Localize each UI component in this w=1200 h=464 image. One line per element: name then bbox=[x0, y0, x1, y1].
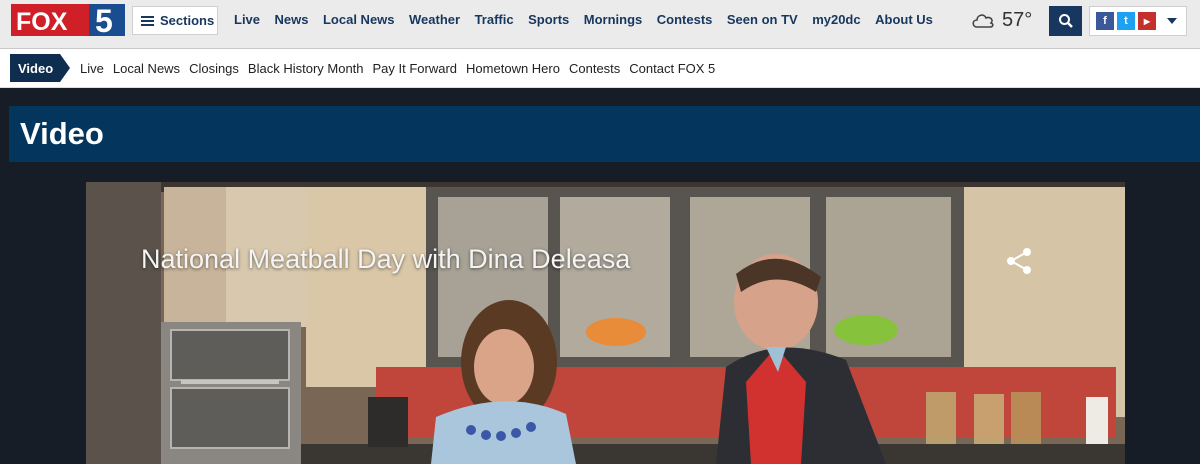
weather-widget[interactable]: 57° bbox=[970, 7, 1040, 33]
twitter-icon[interactable]: t bbox=[1117, 12, 1135, 30]
nav-live[interactable]: Live bbox=[234, 12, 260, 30]
nav-news[interactable]: News bbox=[275, 12, 309, 30]
section-subnav: Video Live Local News Closings Black His… bbox=[0, 49, 1200, 88]
nav-weather[interactable]: Weather bbox=[409, 12, 460, 30]
page-title-band: Video bbox=[9, 106, 1200, 162]
subnav-black-history-month[interactable]: Black History Month bbox=[248, 61, 364, 76]
main-nav: Live News Local News Weather Traffic Spo… bbox=[234, 12, 947, 30]
social-links: f t ▶ bbox=[1089, 6, 1187, 36]
subnav-hometown-hero[interactable]: Hometown Hero bbox=[466, 61, 560, 76]
subnav-links: Live Local News Closings Black History M… bbox=[80, 61, 724, 76]
nav-sports[interactable]: Sports bbox=[528, 12, 569, 30]
subnav-contests[interactable]: Contests bbox=[569, 61, 620, 76]
subnav-local-news[interactable]: Local News bbox=[113, 61, 180, 76]
svg-text:5: 5 bbox=[95, 4, 113, 36]
video-title: National Meatball Day with Dina Deleasa bbox=[141, 244, 631, 274]
video-frame bbox=[86, 182, 1125, 464]
video-player[interactable]: National Meatball Day with Dina Deleasa bbox=[86, 182, 1125, 464]
subnav-contact[interactable]: Contact FOX 5 bbox=[629, 61, 715, 76]
weather-temp: 57° bbox=[1002, 8, 1033, 31]
site-header: FOX 5 Sections Live News Local News Weat… bbox=[0, 0, 1200, 49]
nav-seen-on-tv[interactable]: Seen on TV bbox=[727, 12, 798, 30]
facebook-icon[interactable]: f bbox=[1096, 12, 1114, 30]
subnav-pay-it-forward[interactable]: Pay It Forward bbox=[373, 61, 458, 76]
hamburger-icon bbox=[141, 15, 154, 26]
nav-contests[interactable]: Contests bbox=[657, 12, 713, 30]
nav-local-news[interactable]: Local News bbox=[323, 12, 395, 30]
active-section-tag[interactable]: Video bbox=[10, 54, 70, 82]
subnav-live[interactable]: Live bbox=[80, 61, 104, 76]
svg-text:FOX: FOX bbox=[16, 8, 68, 36]
subnav-closings[interactable]: Closings bbox=[189, 61, 239, 76]
nav-my20dc[interactable]: my20dc bbox=[812, 12, 860, 30]
fox5-logo[interactable]: FOX 5 bbox=[11, 4, 125, 36]
share-icon[interactable] bbox=[1004, 246, 1034, 276]
nav-about-us[interactable]: About Us bbox=[875, 12, 933, 30]
search-button[interactable] bbox=[1049, 6, 1082, 36]
sections-label: Sections bbox=[160, 13, 215, 28]
nav-mornings[interactable]: Mornings bbox=[584, 12, 643, 30]
cloud-icon bbox=[972, 14, 994, 28]
nav-traffic[interactable]: Traffic bbox=[475, 12, 514, 30]
chevron-down-icon[interactable] bbox=[1167, 18, 1177, 24]
page-title: Video bbox=[20, 116, 104, 151]
youtube-icon[interactable]: ▶ bbox=[1138, 12, 1156, 30]
search-icon bbox=[1058, 14, 1073, 28]
sections-button[interactable]: Sections bbox=[132, 6, 218, 35]
